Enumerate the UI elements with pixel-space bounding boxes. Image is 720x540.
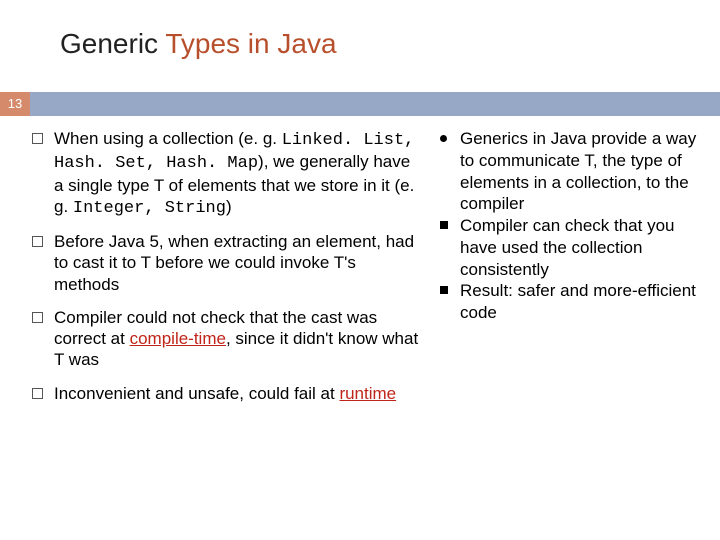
highlight-text: runtime — [339, 384, 396, 403]
page-title: Generic Types in Java — [60, 28, 337, 60]
list-item: Compiler can check that you have used th… — [438, 215, 700, 280]
text: Result: safer and more-efficient code — [460, 281, 696, 322]
right-column: Generics in Java provide a way to commun… — [438, 128, 700, 530]
left-list: When using a collection (e. g. Linked. L… — [30, 128, 420, 404]
right-list: Generics in Java provide a way to commun… — [438, 128, 700, 324]
list-item: Before Java 5, when extracting an elemen… — [30, 231, 420, 295]
text: Generics in Java provide a way to commun… — [460, 129, 696, 213]
list-item: Result: safer and more-efficient code — [438, 280, 700, 324]
text: Before Java 5, when extracting an elemen… — [54, 232, 414, 294]
list-item: When using a collection (e. g. Linked. L… — [30, 128, 420, 219]
text: When using a collection (e. g. — [54, 129, 282, 148]
list-item: Inconvenient and unsafe, could fail at r… — [30, 383, 420, 404]
list-item: Compiler could not check that the cast w… — [30, 307, 420, 371]
body: When using a collection (e. g. Linked. L… — [30, 128, 700, 530]
text: ) — [226, 197, 232, 216]
text: Compiler can check that you have used th… — [460, 216, 675, 279]
title-text-a: Generic — [60, 28, 165, 59]
header-bar — [0, 92, 720, 116]
left-column: When using a collection (e. g. Linked. L… — [30, 128, 420, 530]
list-item: Generics in Java provide a way to commun… — [438, 128, 700, 215]
code-text: Integer, String — [73, 199, 226, 218]
title-text-b: Types in Java — [165, 28, 336, 59]
text: Inconvenient and unsafe, could fail at — [54, 384, 339, 403]
slide: Generic Types in Java 13 When using a co… — [0, 0, 720, 540]
page-number-badge: 13 — [0, 92, 30, 116]
highlight-text: compile-time — [130, 329, 226, 348]
